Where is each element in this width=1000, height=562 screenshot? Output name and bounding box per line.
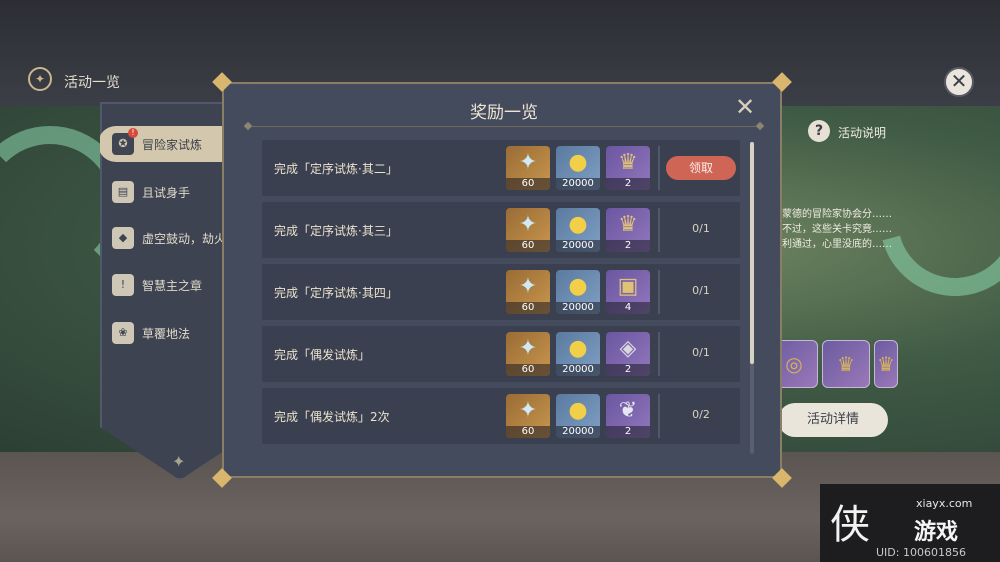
reward-item[interactable]: ✦ 60 xyxy=(506,208,550,252)
sidebar-item-label: 草覆地法 xyxy=(142,326,191,341)
reward-item[interactable]: ● 20000 xyxy=(556,270,600,314)
site-watermark: 侠 xiayx.com 游戏 UID: 100601856 xyxy=(820,484,1000,562)
progress-count: 0/2 xyxy=(692,408,710,421)
reward-item[interactable]: ◈ 2 xyxy=(606,332,650,376)
mask-material-icon: ◈ xyxy=(619,336,637,361)
mora-icon: ● xyxy=(568,274,588,299)
event-help-label[interactable]: 活动说明 xyxy=(838,124,886,141)
title-divider xyxy=(248,126,760,127)
reward-qty: 60 xyxy=(506,240,550,252)
reward-qty: 60 xyxy=(506,178,550,190)
alert-badge: ! xyxy=(128,128,138,138)
reward-qty: 2 xyxy=(606,240,650,252)
reward-item[interactable]: ♛ 2 xyxy=(606,208,650,252)
reward-qty: 20000 xyxy=(556,240,600,252)
sidebar-item-label: 智慧主之章 xyxy=(142,278,203,293)
reward-item[interactable]: ● 20000 xyxy=(556,332,600,376)
task-label: 完成「偶发试炼」2次 xyxy=(274,410,390,424)
task-label: 完成「偶发试炼」 xyxy=(274,348,371,362)
sidebar-item-label: 虚空鼓动，劫火 xyxy=(142,231,227,246)
void-icon: ◆ xyxy=(112,227,134,249)
reward-qty: 2 xyxy=(606,426,650,438)
primogem-icon: ✦ xyxy=(518,274,538,299)
progress-count: 0/1 xyxy=(692,222,710,235)
task-label: 完成「定序试炼·其四」 xyxy=(274,286,398,300)
reward-item[interactable]: ● 20000 xyxy=(556,394,600,438)
mist-material-icon: ❦ xyxy=(618,398,638,423)
reward-row: 完成「偶发试炼」 ✦ 60 ● 20000 ◈ 2 0/1 xyxy=(262,326,740,382)
book-material-icon: ▣ xyxy=(617,274,639,299)
watermark-domain: xiayx.com xyxy=(916,497,973,510)
reward-item[interactable]: ✦ 60 xyxy=(506,394,550,438)
row-divider xyxy=(658,146,660,190)
task-label: 完成「定序试炼·其二」 xyxy=(274,162,398,176)
reward-qty: 60 xyxy=(506,426,550,438)
primogem-icon: ✦ xyxy=(518,398,538,423)
sidebar-star-ornament: ✦ xyxy=(172,452,186,471)
compass-icon: ✦ xyxy=(28,67,52,91)
reward-row: 完成「偶发试炼」2次 ✦ 60 ● 20000 ❦ 2 0/2 xyxy=(262,388,740,444)
reward-qty: 4 xyxy=(606,302,650,314)
reward-item[interactable]: ▣ 4 xyxy=(606,270,650,314)
task-label: 完成「定序试炼·其三」 xyxy=(274,224,398,238)
wisdom-icon: ! xyxy=(112,274,134,296)
crown-material-icon: ♛ xyxy=(618,212,638,237)
watermark-uid: UID: 100601856 xyxy=(876,546,966,559)
row-divider xyxy=(658,208,660,252)
preview-reward-crown: ♛ xyxy=(822,340,870,388)
reward-row: 完成「定序试炼·其三」 ✦ 60 ● 20000 ♛ 2 0/1 xyxy=(262,202,740,258)
row-divider xyxy=(658,332,660,376)
reward-qty: 20000 xyxy=(556,302,600,314)
primogem-icon: ✦ xyxy=(518,212,538,237)
watermark-logo: 侠 xyxy=(830,502,870,548)
reward-row: 完成「定序试炼·其四」 ✦ 60 ● 20000 ▣ 4 0/1 xyxy=(262,264,740,320)
claim-button[interactable]: 领取 xyxy=(666,156,736,180)
reward-row: 完成「定序试炼·其二」 ✦ 60 ● 20000 ♛ 2 领取 xyxy=(262,140,740,196)
mora-icon: ● xyxy=(568,398,588,423)
crown-material-icon: ♛ xyxy=(618,150,638,175)
mora-icon: ● xyxy=(568,150,588,175)
reward-item[interactable]: ❦ 2 xyxy=(606,394,650,438)
event-details-button[interactable]: 活动详情 xyxy=(778,403,888,437)
reward-qty: 60 xyxy=(506,302,550,314)
preview-reward-crown-2: ♛ xyxy=(874,340,898,388)
reward-qty: 20000 xyxy=(556,426,600,438)
scrollbar-thumb[interactable] xyxy=(750,142,754,364)
reward-qty: 2 xyxy=(606,178,650,190)
close-icon[interactable]: ✕ xyxy=(944,67,974,97)
mora-icon: ● xyxy=(568,336,588,361)
help-icon[interactable]: ? xyxy=(808,120,830,142)
reward-qty: 20000 xyxy=(556,364,600,376)
reward-item[interactable]: ♛ 2 xyxy=(606,146,650,190)
reward-item[interactable]: ✦ 60 xyxy=(506,270,550,314)
grass-icon: ❀ xyxy=(112,322,134,344)
scrollbar[interactable] xyxy=(750,142,754,454)
modal-title: 奖励一览 xyxy=(470,103,538,123)
event-description: 蒙德的冒险家协会分……不过，这些关卡究竟……利通过，心里没底的…… xyxy=(782,209,892,250)
primogem-icon: ✦ xyxy=(518,336,538,361)
row-divider xyxy=(658,394,660,438)
reward-qty: 2 xyxy=(606,364,650,376)
page-title: 活动一览 xyxy=(64,75,120,91)
reward-item[interactable]: ● 20000 xyxy=(556,208,600,252)
row-divider xyxy=(658,270,660,314)
reward-item[interactable]: ✦ 60 xyxy=(506,146,550,190)
watermark-name: 游戏 xyxy=(914,520,959,545)
sidebar-item-adventurer-trials[interactable]: ✪ ! 冒险家试炼 xyxy=(100,126,238,162)
progress-count: 0/1 xyxy=(692,346,710,359)
reward-qty: 60 xyxy=(506,364,550,376)
reward-item[interactable]: ● 20000 xyxy=(556,146,600,190)
mora-icon: ● xyxy=(568,212,588,237)
progress-count: 0/1 xyxy=(692,284,710,297)
sidebar-item-label: 冒险家试炼 xyxy=(142,137,203,152)
sidebar-item-label: 且试身手 xyxy=(142,185,191,200)
reward-qty: 20000 xyxy=(556,178,600,190)
rewards-modal: 奖励一览 ✕ 完成「定序试炼·其二」 ✦ 60 ● 20000 ♛ 2 领取 完… xyxy=(212,72,792,488)
primogem-icon: ✦ xyxy=(518,150,538,175)
reward-item[interactable]: ✦ 60 xyxy=(506,332,550,376)
close-icon[interactable]: ✕ xyxy=(732,94,758,120)
cards-icon: ▤ xyxy=(112,181,134,203)
